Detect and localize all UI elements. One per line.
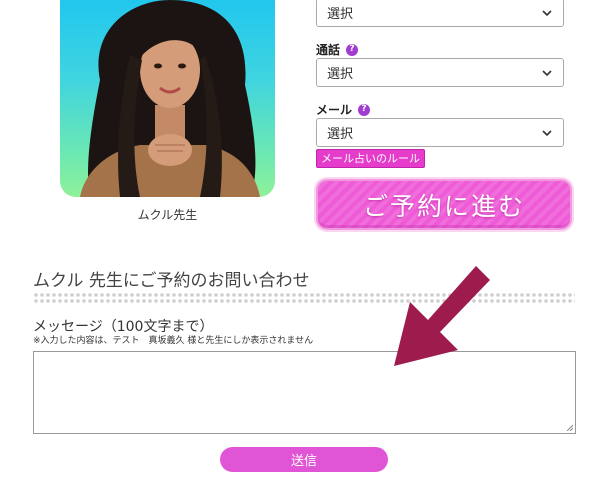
chevron-down-icon — [542, 69, 552, 76]
chevron-down-icon — [542, 9, 552, 16]
teacher-name: ムクル先生 — [137, 208, 198, 222]
mail-rule-link[interactable]: メール占いのルール — [316, 149, 425, 168]
mail-label-text: メール — [316, 103, 353, 117]
mail-label: メール ? — [316, 101, 371, 118]
teacher-portrait — [60, 0, 275, 197]
select-value: 選択 — [327, 7, 354, 22]
reserve-button[interactable]: ご予約に進む — [316, 179, 572, 230]
mail-select[interactable]: 選択 — [316, 118, 564, 147]
resize-grip-icon[interactable] — [566, 424, 573, 431]
message-note: ※入力した内容は、テスト 真坂義久 様と先生にしか表示されません — [33, 336, 314, 346]
call-label-text: 通話 — [316, 43, 341, 57]
section-title: ムクル 先生にご予約のお問い合わせ — [33, 271, 310, 291]
help-icon[interactable]: ? — [346, 43, 359, 56]
chevron-down-icon — [542, 129, 552, 136]
select-value: 選択 — [327, 127, 354, 142]
call-label: 通話 ? — [316, 41, 359, 58]
top-select[interactable]: 選択 — [316, 0, 564, 27]
portrait-image — [80, 0, 260, 197]
help-icon[interactable]: ? — [358, 103, 371, 116]
send-button[interactable]: 送信 — [220, 447, 388, 472]
arrow-annotation-icon — [394, 266, 490, 366]
call-select[interactable]: 選択 — [316, 58, 564, 87]
select-value: 選択 — [327, 67, 354, 82]
